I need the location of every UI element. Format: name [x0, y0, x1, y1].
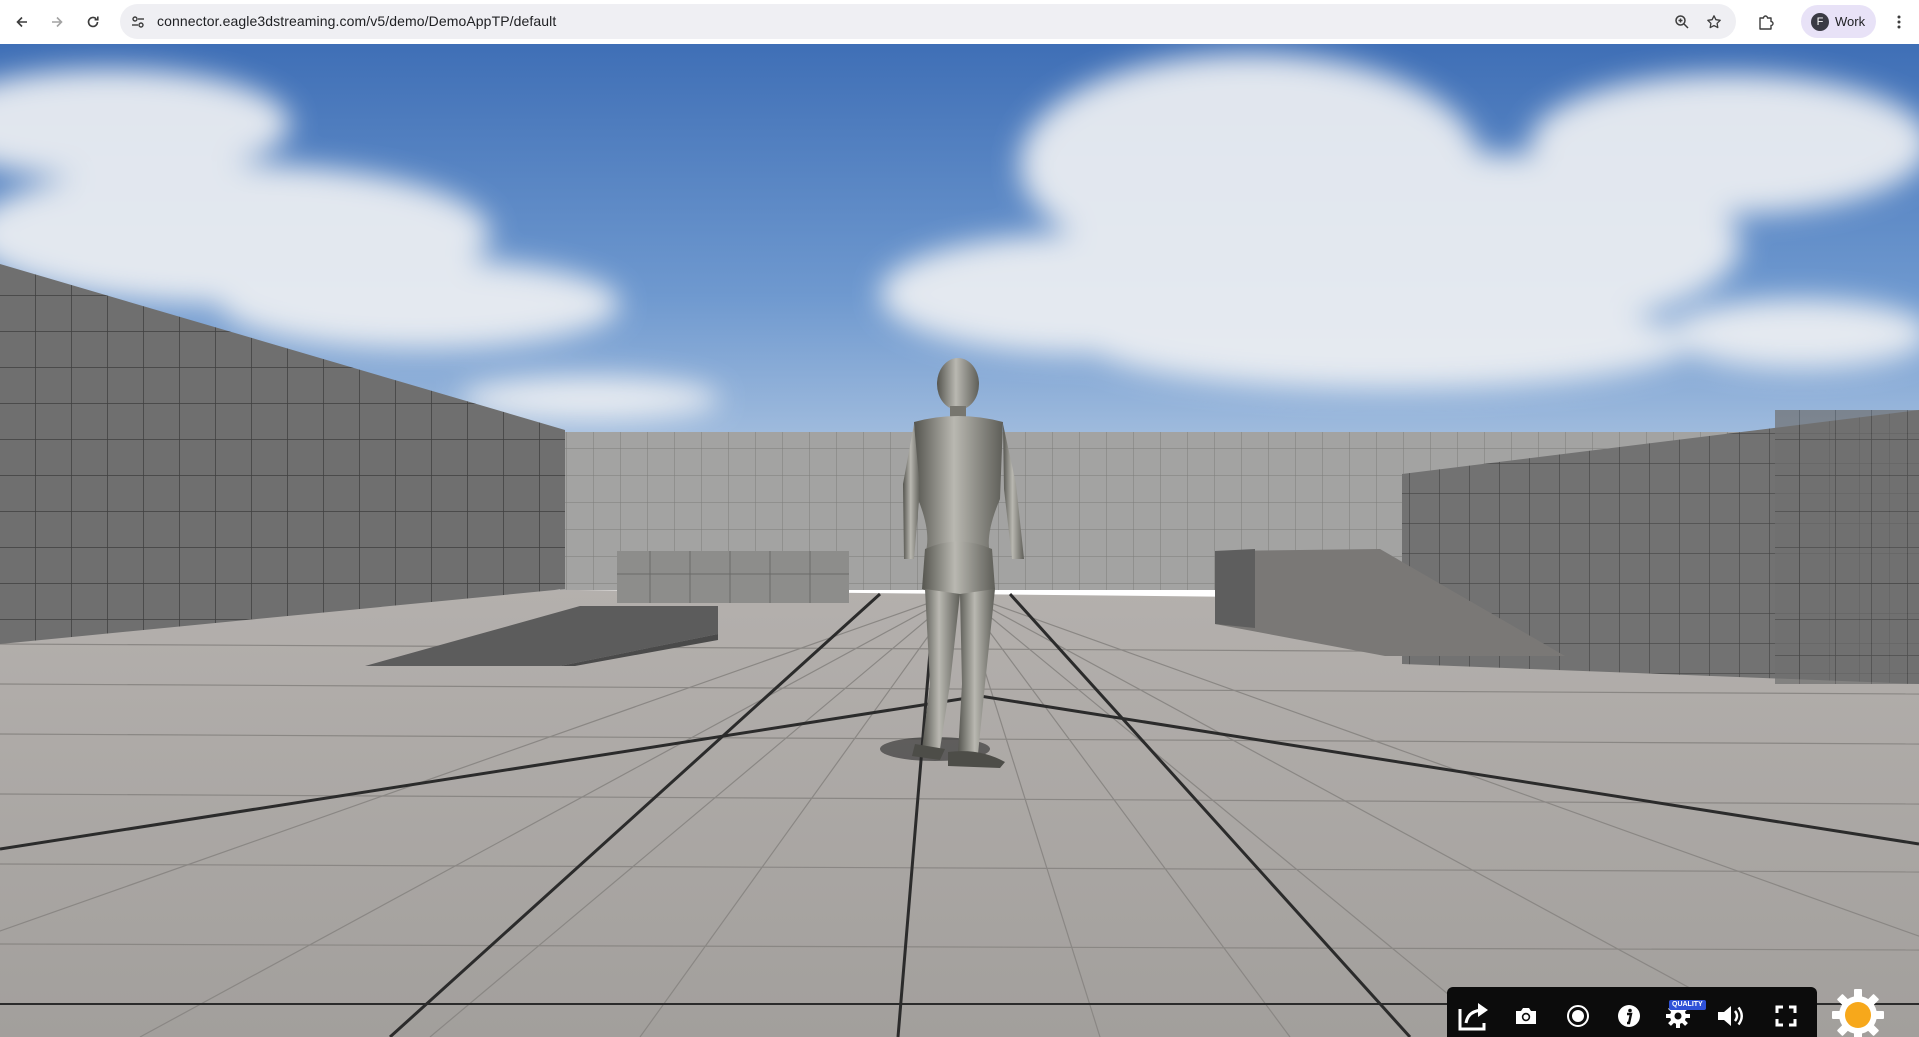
screenshot-button[interactable]: [1509, 999, 1543, 1033]
info-button[interactable]: [1612, 999, 1646, 1033]
quality-badge: QUALITY: [1669, 1000, 1706, 1010]
profile-button[interactable]: F Work: [1801, 5, 1876, 38]
extensions-button[interactable]: [1753, 9, 1779, 35]
back-button[interactable]: [9, 9, 35, 35]
tune-icon: [132, 16, 144, 28]
volume-button[interactable]: [1714, 999, 1748, 1033]
stream-control-bar: QUALITY: [1447, 987, 1817, 1037]
gear-icon: [1832, 989, 1884, 1037]
zoom-icon: [1675, 15, 1689, 29]
reload-icon: [87, 16, 99, 28]
url-text[interactable]: connector.eagle3dstreaming.com/v5/demo/D…: [157, 13, 556, 29]
back-arrow-icon: [16, 16, 27, 28]
reload-button[interactable]: [80, 9, 106, 35]
avatar: F: [1811, 13, 1829, 31]
record-button[interactable]: [1561, 999, 1595, 1033]
stream-viewport[interactable]: QUALITY: [0, 44, 1919, 1037]
info-icon: [1618, 1005, 1640, 1027]
bookmark-button[interactable]: [1704, 12, 1724, 32]
kebab-menu-icon: [1897, 15, 1901, 29]
volume-icon: [1718, 1006, 1743, 1026]
forward-button[interactable]: [44, 9, 70, 35]
puzzle-icon: [1759, 15, 1774, 30]
fullscreen-icon: [1775, 1005, 1797, 1027]
browser-toolbar: connector.eagle3dstreaming.com/v5/demo/D…: [0, 0, 1919, 44]
fullscreen-button[interactable]: [1769, 999, 1803, 1033]
share-button[interactable]: [1454, 999, 1494, 1033]
site-info-button[interactable]: [128, 12, 148, 32]
record-icon: [1567, 1005, 1589, 1027]
forward-arrow-icon: [52, 16, 63, 28]
star-icon: [1707, 15, 1721, 29]
zoom-button[interactable]: [1672, 12, 1692, 32]
camera-icon: [1516, 1008, 1536, 1024]
share-icon: [1458, 1003, 1488, 1031]
game-scene[interactable]: [0, 44, 1919, 1037]
address-bar[interactable]: connector.eagle3dstreaming.com/v5/demo/D…: [120, 4, 1736, 39]
settings-button[interactable]: [1830, 987, 1886, 1037]
browser-menu-button[interactable]: [1886, 9, 1912, 35]
profile-name: Work: [1835, 14, 1866, 29]
